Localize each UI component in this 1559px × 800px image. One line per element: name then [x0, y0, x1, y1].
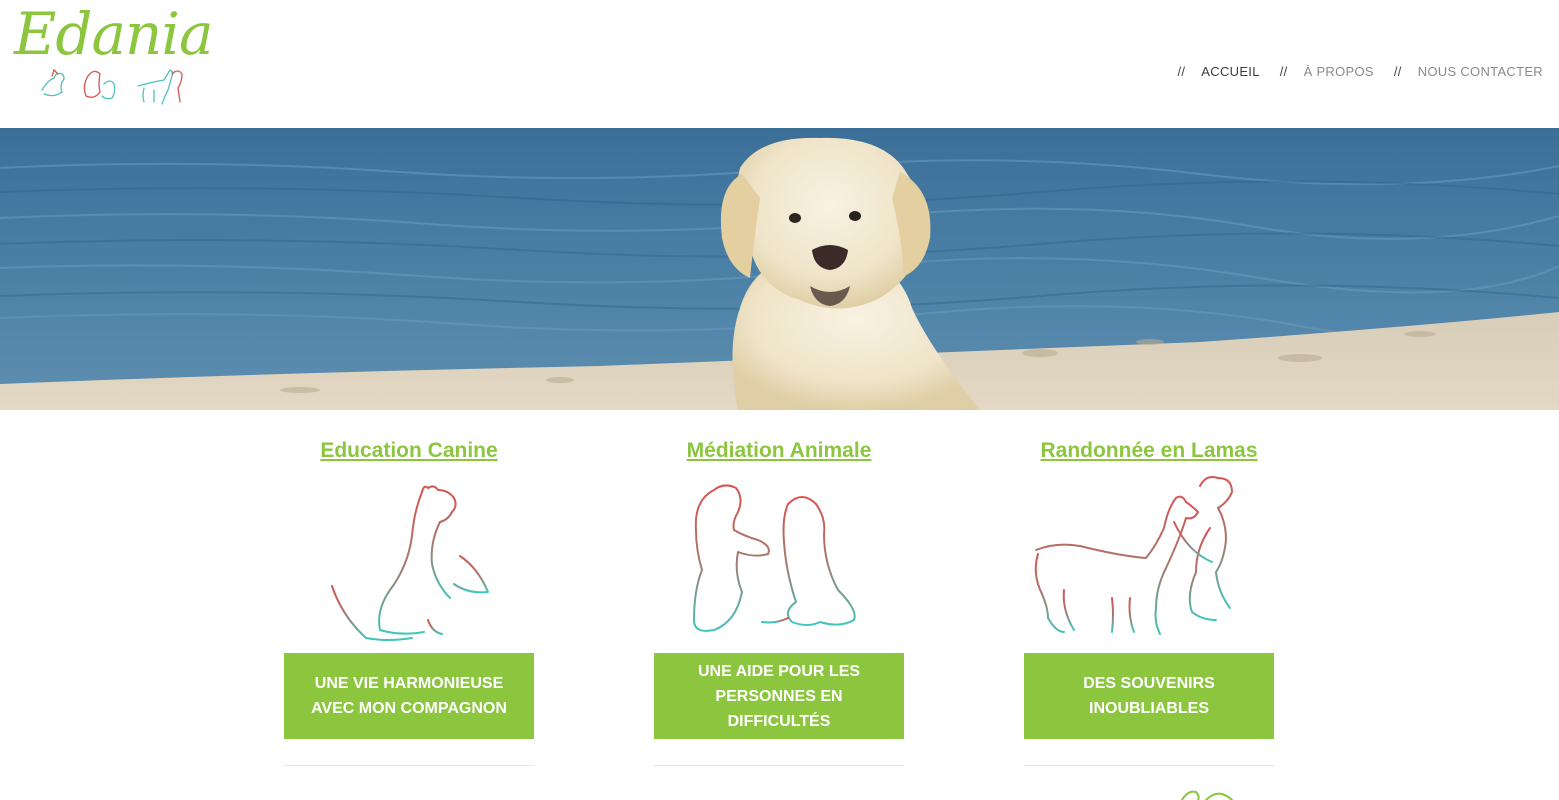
hero-dog-photo [0, 128, 1559, 410]
logo-animals-icon [41, 68, 183, 105]
hero-banner [0, 128, 1559, 410]
main-nav: // ACCUEIL // À PROPOS // NOUS CONTACTER [1177, 64, 1543, 79]
nav-separator: // [1393, 64, 1402, 79]
service-education-canine: Education Canine UNE VIE HARMONIEUSE AVE… [284, 432, 534, 766]
nav-separator: // [1177, 64, 1186, 79]
service-randonnee-lamas: Randonnée en Lamas DES SOUVENIRS INOUBLI… [1024, 432, 1274, 766]
nav-item-a-propos[interactable]: À PROPOS [1304, 64, 1374, 79]
service-tagline: DES SOUVENIRS INOUBLIABLES [1024, 653, 1274, 739]
footer-logo-icon [1181, 790, 1233, 800]
divider [284, 765, 534, 766]
site-logo[interactable]: Edania [12, 0, 214, 110]
llama-with-hiker-icon [1034, 476, 1233, 635]
dog-sitting-icon [331, 485, 489, 641]
site-header: Edania // ACCUEIL // À PROPOS // NOUS CO… [0, 0, 1559, 128]
nav-item-nous-contacter[interactable]: NOUS CONTACTER [1418, 64, 1543, 79]
nav-item-accueil[interactable]: ACCUEIL [1201, 64, 1259, 79]
divider [1024, 765, 1274, 766]
divider [654, 765, 904, 766]
service-title-link[interactable]: Médiation Animale [654, 432, 904, 470]
service-tagline: UNE VIE HARMONIEUSE AVEC MON COMPAGNON [284, 653, 534, 739]
service-title-link[interactable]: Education Canine [284, 432, 534, 470]
service-mediation-animale: Médiation Animale UNE AIDE POUR LES PERS… [654, 432, 904, 766]
service-tagline: UNE AIDE POUR LES PERSONNES EN DIFFICULT… [654, 653, 904, 739]
service-title-link[interactable]: Randonnée en Lamas [1024, 432, 1274, 470]
nav-separator: // [1279, 64, 1288, 79]
person-with-dog-icon [693, 484, 856, 632]
